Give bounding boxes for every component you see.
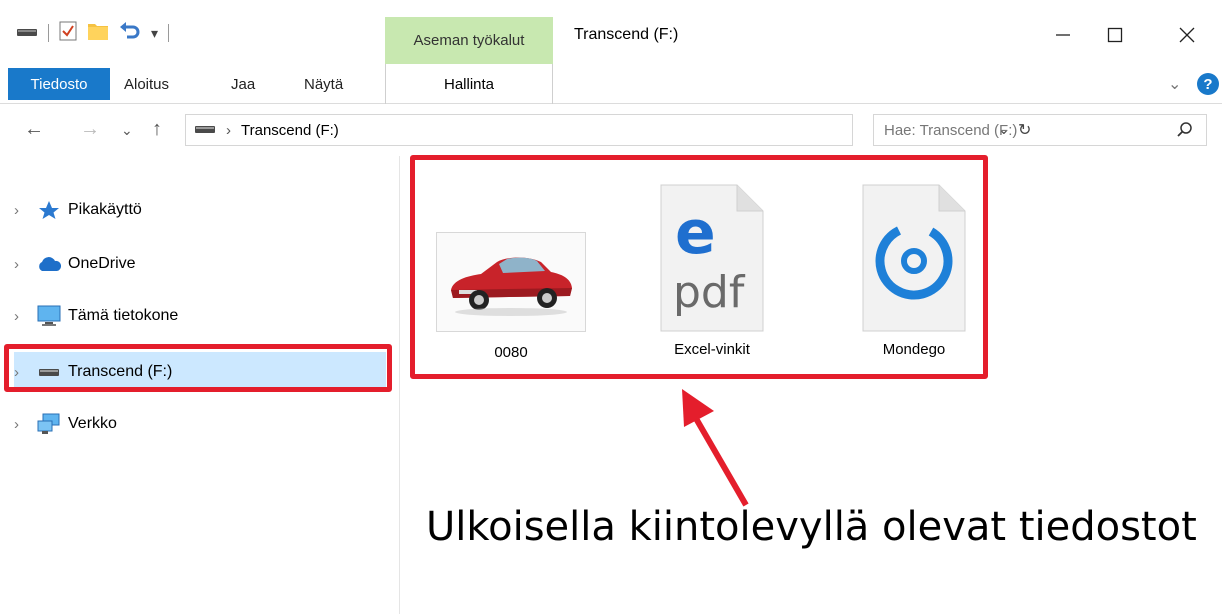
new-folder-icon[interactable] <box>87 21 109 45</box>
maximize-button[interactable] <box>1100 20 1130 50</box>
nav-item-label: Pikakäyttö <box>68 201 142 218</box>
search-input[interactable]: Hae: Transcend (F:) <box>873 114 1207 146</box>
close-button[interactable] <box>1172 20 1202 50</box>
customize-toolbar-icon[interactable]: ▾ <box>151 25 158 42</box>
title-bar: ▾ Aseman työkalut Transcend (F:) <box>0 0 1222 64</box>
tab-file[interactable]: Tiedosto <box>8 68 110 100</box>
nav-item-network[interactable]: › Verkko <box>14 404 386 444</box>
up-arrow-icon[interactable]: ↑ <box>152 118 162 141</box>
minimize-button[interactable] <box>1048 20 1078 50</box>
undo-icon[interactable] <box>119 21 141 45</box>
drive-icon <box>194 122 216 139</box>
tab-home[interactable]: Aloitus <box>124 64 169 104</box>
search-icon[interactable] <box>1176 121 1194 143</box>
annotation-arrow <box>682 389 749 507</box>
properties-icon[interactable] <box>59 21 77 45</box>
tab-view[interactable]: Näytä <box>304 64 343 104</box>
ribbon-tab-bar: Tiedosto Aloitus Jaa Näytä Hallinta ⌄ ? <box>0 64 1222 104</box>
nav-item-label: Tämä tietokone <box>68 307 179 324</box>
annotation-caption: Ulkoisella kiintolevyllä olevat tiedosto… <box>426 504 1197 550</box>
recent-locations-chevron-icon[interactable]: ⌄ <box>121 122 133 139</box>
highlight-box-files <box>410 155 988 379</box>
navigation-bar: ← → ⌄ ↑ › Transcend (F:) ⌄ ↻ Hae: Transc… <box>0 104 1222 156</box>
network-icon <box>36 413 62 435</box>
highlight-box-drive <box>4 344 392 392</box>
toolbar-separator <box>48 24 49 42</box>
window-title: Transcend (F:) <box>574 26 679 43</box>
expand-chevron-icon[interactable]: › <box>14 202 36 219</box>
contextual-tab-group: Aseman työkalut <box>385 17 553 64</box>
nav-item-this-pc[interactable]: › Tämä tietokone <box>14 296 386 336</box>
expand-ribbon-chevron-icon[interactable]: ⌄ <box>1168 74 1181 94</box>
expand-chevron-icon[interactable]: › <box>14 256 36 273</box>
breadcrumb-location[interactable]: Transcend (F:) <box>241 122 339 139</box>
address-bar[interactable]: › Transcend (F:) ⌄ ↻ <box>185 114 1031 146</box>
minimize-icon <box>1056 34 1070 36</box>
star-icon <box>36 199 62 221</box>
search-placeholder: Hae: Transcend (F:) <box>884 121 1018 139</box>
computer-icon <box>36 305 62 327</box>
nav-item-onedrive[interactable]: › OneDrive <box>14 244 386 284</box>
nav-item-label: Verkko <box>68 415 117 432</box>
nav-item-quick-access[interactable]: › Pikakäyttö <box>14 190 386 230</box>
breadcrumb-separator-icon[interactable]: › <box>226 122 231 139</box>
expand-chevron-icon[interactable]: › <box>14 308 36 325</box>
help-icon[interactable]: ? <box>1197 73 1219 95</box>
cloud-icon <box>36 253 62 275</box>
nav-item-label: OneDrive <box>68 255 136 272</box>
toolbar-separator <box>168 24 170 42</box>
forward-arrow-icon[interactable]: → <box>80 118 100 141</box>
maximize-icon <box>1107 27 1123 43</box>
tab-manage[interactable]: Hallinta <box>385 64 553 104</box>
close-icon <box>1179 27 1195 43</box>
tab-share[interactable]: Jaa <box>231 64 255 104</box>
drive-icon[interactable] <box>16 24 38 42</box>
quick-access-toolbar: ▾ <box>16 20 170 46</box>
expand-chevron-icon[interactable]: › <box>14 416 36 433</box>
back-arrow-icon[interactable]: ← <box>24 118 44 141</box>
tab-manage-label: Hallinta <box>443 75 495 93</box>
